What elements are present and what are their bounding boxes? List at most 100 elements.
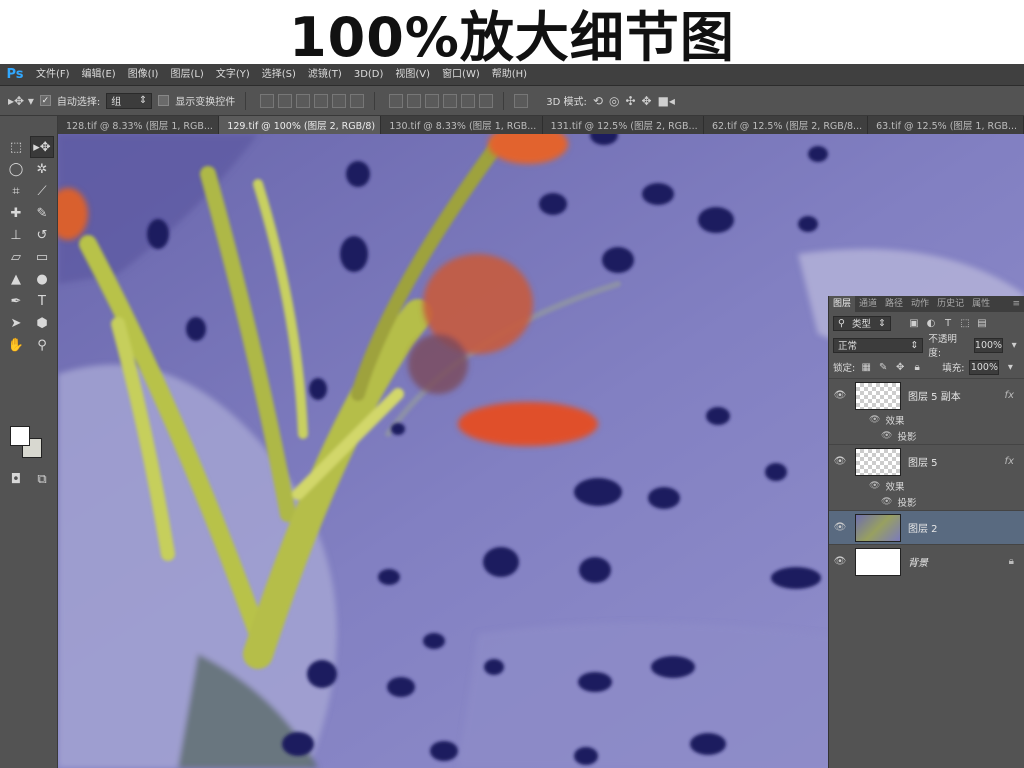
eye-icon[interactable]: 👁︎: [881, 497, 892, 507]
layer-row[interactable]: 👁︎ 背景 🔒︎: [829, 544, 1024, 578]
auto-select-checkbox[interactable]: ✓: [39, 95, 51, 106]
eye-icon[interactable]: 👁︎: [829, 390, 851, 401]
tab-63[interactable]: 63.tif @ 12.5% (图层 1, RGB...✕: [868, 116, 1024, 134]
chevron-down-icon[interactable]: ▾: [1008, 340, 1020, 351]
menu-select[interactable]: 选择(S): [256, 64, 302, 86]
3d-rotate-icon[interactable]: ⟲: [593, 94, 603, 108]
panel-menu-icon[interactable]: ≡: [1008, 296, 1024, 312]
dodge-tool-icon[interactable]: ●: [30, 268, 54, 290]
3d-drag-icon[interactable]: ✣: [625, 94, 635, 108]
brush-tool-icon[interactable]: ✎: [30, 202, 54, 224]
tab-128[interactable]: 128.tif @ 8.33% (图层 1, RGB...✕: [58, 116, 220, 134]
menu-window[interactable]: 窗口(W): [436, 64, 486, 86]
move-tool-preset-icon[interactable]: ▸✥ ▾: [8, 94, 34, 108]
lock-position-icon[interactable]: ✥: [894, 362, 906, 373]
drop-shadow-row[interactable]: 👁︎ 投影: [829, 494, 1024, 510]
healing-brush-tool-icon[interactable]: ✚: [4, 202, 28, 224]
screen-mode-icon[interactable]: ⧉: [30, 468, 54, 490]
eraser-tool-icon[interactable]: ▱: [4, 246, 28, 268]
blend-mode-dropdown[interactable]: 正常 ⇕: [833, 337, 924, 353]
drop-shadow-row[interactable]: 👁︎ 投影: [829, 428, 1024, 444]
eye-icon[interactable]: 👁︎: [829, 556, 851, 567]
layer-row[interactable]: 👁︎ 图层 5 fx: [829, 444, 1024, 478]
fill-field[interactable]: 100%: [969, 359, 1000, 375]
layer-filter-dropdown[interactable]: ⚲ 类型 ⇕: [833, 315, 891, 331]
3d-roll-icon[interactable]: ◎: [609, 94, 619, 108]
zoom-tool-icon[interactable]: ⚲: [30, 334, 54, 356]
menu-view[interactable]: 视图(V): [389, 64, 436, 86]
tab-130[interactable]: 130.tif @ 8.33% (图层 1, RGB...✕: [381, 116, 543, 134]
filter-shape-icon[interactable]: ⬚: [959, 318, 971, 329]
tab-62[interactable]: 62.tif @ 12.5% (图层 2, RGB/8...✕: [704, 116, 869, 134]
blur-tool-icon[interactable]: ▲: [4, 268, 28, 290]
fx-icon[interactable]: fx: [1005, 456, 1014, 467]
distribute-top-icon[interactable]: [389, 93, 404, 108]
opacity-field[interactable]: 100%: [973, 337, 1004, 353]
menu-filter[interactable]: 滤镜(T): [302, 64, 348, 86]
quick-mask-icon[interactable]: ◘: [4, 468, 28, 490]
pen-tool-icon[interactable]: ✒: [4, 290, 28, 312]
type-tool-icon[interactable]: T: [30, 290, 54, 312]
tab-properties[interactable]: 属性: [968, 296, 994, 312]
align-right-icon[interactable]: [350, 93, 365, 108]
tab-actions[interactable]: 动作: [907, 296, 933, 312]
filter-smart-object-icon[interactable]: ▤: [976, 318, 988, 329]
tab-channels[interactable]: 通道: [855, 296, 881, 312]
align-left-icon[interactable]: [314, 93, 329, 108]
layer-row[interactable]: 👁︎ 图层 5 副本 fx: [829, 378, 1024, 412]
gradient-tool-icon[interactable]: ▭: [30, 246, 54, 268]
marquee-tool-icon[interactable]: ⬚: [4, 136, 28, 158]
distribute-left-icon[interactable]: [443, 93, 458, 108]
show-transform-checkbox[interactable]: [158, 95, 170, 106]
hand-tool-icon[interactable]: ✋: [4, 334, 28, 356]
foreground-color-swatch[interactable]: [10, 426, 30, 446]
align-bottom-icon[interactable]: [296, 93, 311, 108]
tab-history[interactable]: 历史记: [933, 296, 968, 312]
lasso-tool-icon[interactable]: ◯: [4, 158, 28, 180]
tab-paths[interactable]: 路径: [881, 296, 907, 312]
auto-align-icon[interactable]: [514, 93, 529, 108]
distribute-vcenter-icon[interactable]: [407, 93, 422, 108]
3d-scale-icon[interactable]: ■◂: [658, 94, 675, 108]
distribute-right-icon[interactable]: [479, 93, 494, 108]
eye-icon[interactable]: 👁︎: [869, 415, 880, 425]
menu-type[interactable]: 文字(Y): [210, 64, 256, 86]
chevron-down-icon[interactable]: ▾: [1004, 362, 1016, 373]
menu-edit[interactable]: 编辑(E): [76, 64, 122, 86]
eye-icon[interactable]: 👁︎: [869, 481, 880, 491]
tab-129[interactable]: 129.tif @ 100% (图层 2, RGB/8)✕: [219, 116, 382, 134]
tab-layers[interactable]: 图层: [829, 296, 856, 312]
align-hcenter-icon[interactable]: [332, 93, 347, 108]
menu-3d[interactable]: 3D(D): [348, 64, 390, 86]
magic-wand-tool-icon[interactable]: ✲: [30, 158, 54, 180]
lock-transparency-icon[interactable]: ▦: [860, 362, 872, 373]
lock-pixels-icon[interactable]: ✎: [877, 362, 889, 373]
effects-row[interactable]: 👁︎ 效果: [829, 478, 1024, 494]
menu-image[interactable]: 图像(I): [122, 64, 165, 86]
eye-icon[interactable]: 👁︎: [881, 431, 892, 441]
tab-131[interactable]: 131.tif @ 12.5% (图层 2, RGB...✕: [543, 116, 704, 134]
3d-slide-icon[interactable]: ✥: [642, 94, 652, 108]
filter-pixel-icon[interactable]: ▣: [908, 318, 920, 329]
menu-file[interactable]: 文件(F): [30, 64, 76, 86]
crop-tool-icon[interactable]: ⌗: [4, 180, 28, 202]
menu-layer[interactable]: 图层(L): [164, 64, 209, 86]
align-top-icon[interactable]: [260, 93, 275, 108]
eyedropper-tool-icon[interactable]: ⟋: [30, 180, 54, 202]
path-select-tool-icon[interactable]: ➤: [4, 312, 28, 334]
align-vcenter-icon[interactable]: [278, 93, 293, 108]
clone-stamp-tool-icon[interactable]: ⊥: [4, 224, 28, 246]
eye-icon[interactable]: 👁︎: [829, 522, 851, 533]
menu-help[interactable]: 帮助(H): [486, 64, 533, 86]
distribute-bottom-icon[interactable]: [425, 93, 440, 108]
eye-icon[interactable]: 👁︎: [829, 456, 851, 467]
distribute-hcenter-icon[interactable]: [461, 93, 476, 108]
history-brush-tool-icon[interactable]: ↺: [30, 224, 54, 246]
move-tool-icon[interactable]: ▸✥: [30, 136, 54, 158]
layer-row-selected[interactable]: 👁︎ 图层 2: [829, 510, 1024, 544]
filter-adjustment-icon[interactable]: ◐: [925, 318, 937, 329]
effects-row[interactable]: 👁︎ 效果: [829, 412, 1024, 428]
shape-tool-icon[interactable]: ⬢: [30, 312, 54, 334]
fx-icon[interactable]: fx: [1005, 390, 1014, 401]
auto-select-dropdown[interactable]: 组 ⇕: [106, 92, 153, 109]
